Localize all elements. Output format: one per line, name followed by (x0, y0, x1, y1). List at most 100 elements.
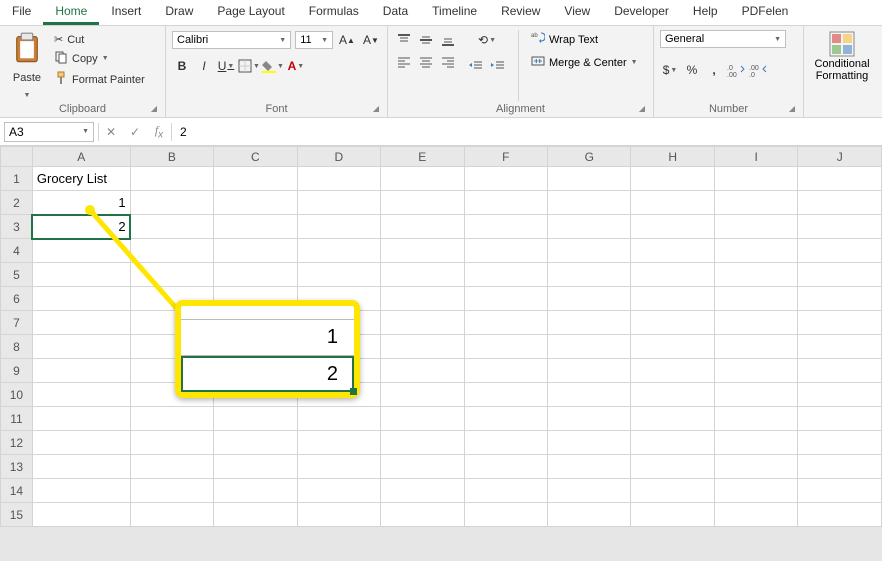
fill-color-button[interactable]: ▼ (262, 56, 284, 76)
font-color-button[interactable]: A▼ (286, 56, 306, 76)
conditional-formatting-button[interactable]: Conditional Formatting (810, 30, 874, 82)
cell[interactable] (214, 215, 297, 239)
decrease-decimal-button[interactable]: .00.0 (748, 60, 768, 80)
cell[interactable] (381, 359, 464, 383)
cell[interactable] (32, 503, 130, 527)
decrease-font-button[interactable]: A▼ (361, 30, 381, 50)
cell[interactable] (798, 167, 882, 191)
increase-decimal-button[interactable]: .0.00 (726, 60, 746, 80)
cell[interactable] (798, 239, 882, 263)
cell[interactable] (381, 239, 464, 263)
cell[interactable] (381, 407, 464, 431)
row-header[interactable]: 6 (1, 287, 33, 311)
cell[interactable] (714, 191, 797, 215)
row-header[interactable]: 15 (1, 503, 33, 527)
align-middle-button[interactable] (416, 30, 436, 50)
underline-button[interactable]: U▼ (216, 56, 236, 76)
cell[interactable] (798, 455, 882, 479)
cell[interactable] (297, 479, 380, 503)
cell[interactable] (548, 215, 631, 239)
cell[interactable] (297, 239, 380, 263)
tab-developer[interactable]: Developer (602, 0, 681, 25)
cell[interactable] (548, 455, 631, 479)
cell[interactable] (464, 215, 547, 239)
cell[interactable] (464, 503, 547, 527)
increase-indent-button[interactable] (488, 56, 508, 76)
cell[interactable] (631, 167, 714, 191)
cell[interactable] (32, 287, 130, 311)
percent-button[interactable]: % (682, 60, 702, 80)
dialog-launcher-icon[interactable]: ◢ (151, 104, 157, 113)
cell[interactable] (214, 167, 297, 191)
dialog-launcher-icon[interactable]: ◢ (373, 104, 379, 113)
cell[interactable] (130, 479, 213, 503)
cell[interactable] (631, 503, 714, 527)
cell[interactable] (381, 167, 464, 191)
cell[interactable] (32, 239, 130, 263)
cell[interactable] (714, 239, 797, 263)
borders-button[interactable]: ▼ (238, 56, 260, 76)
cell[interactable] (548, 167, 631, 191)
column-header[interactable]: B (130, 147, 213, 167)
cell[interactable] (381, 311, 464, 335)
cell[interactable] (798, 503, 882, 527)
cell[interactable] (631, 311, 714, 335)
row-header[interactable]: 8 (1, 335, 33, 359)
cell[interactable] (548, 359, 631, 383)
cell[interactable] (297, 215, 380, 239)
cell[interactable] (297, 407, 380, 431)
number-format-dropdown[interactable]: General▼ (660, 30, 786, 48)
align-right-button[interactable] (438, 52, 458, 72)
cell[interactable] (381, 191, 464, 215)
column-header[interactable]: I (714, 147, 797, 167)
tab-data[interactable]: Data (371, 0, 420, 25)
row-header[interactable]: 14 (1, 479, 33, 503)
comma-style-button[interactable]: , (704, 60, 724, 80)
cell[interactable] (130, 191, 213, 215)
tab-review[interactable]: Review (489, 0, 552, 25)
cell[interactable] (464, 455, 547, 479)
cancel-formula-button[interactable]: ✕ (99, 125, 123, 139)
cell[interactable] (464, 383, 547, 407)
cell[interactable] (381, 431, 464, 455)
cell[interactable] (464, 479, 547, 503)
cell[interactable] (464, 191, 547, 215)
cell[interactable] (714, 383, 797, 407)
column-header[interactable]: F (464, 147, 547, 167)
cell[interactable] (714, 287, 797, 311)
cell[interactable] (130, 167, 213, 191)
cell[interactable] (214, 191, 297, 215)
tab-formulas[interactable]: Formulas (297, 0, 371, 25)
enter-formula-button[interactable]: ✓ (123, 125, 147, 139)
cell[interactable] (381, 335, 464, 359)
cell[interactable] (297, 191, 380, 215)
cell[interactable] (631, 455, 714, 479)
cell[interactable] (548, 287, 631, 311)
cell[interactable] (798, 335, 882, 359)
row-header[interactable]: 7 (1, 311, 33, 335)
cell[interactable] (32, 335, 130, 359)
decrease-indent-button[interactable] (466, 56, 486, 76)
column-header[interactable]: H (631, 147, 714, 167)
cut-button[interactable]: ✂Cut (52, 32, 147, 47)
bold-button[interactable]: B (172, 56, 192, 76)
cell[interactable] (714, 215, 797, 239)
tab-pdfelement[interactable]: PDFelen (730, 0, 801, 25)
cell[interactable] (32, 407, 130, 431)
row-header[interactable]: 1 (1, 167, 33, 191)
cell[interactable] (297, 263, 380, 287)
cell[interactable] (130, 431, 213, 455)
row-header[interactable]: 9 (1, 359, 33, 383)
row-header[interactable]: 12 (1, 431, 33, 455)
italic-button[interactable]: I (194, 56, 214, 76)
cell[interactable] (381, 503, 464, 527)
cell[interactable] (32, 383, 130, 407)
cell[interactable] (32, 479, 130, 503)
accounting-format-button[interactable]: $▼ (660, 60, 680, 80)
name-box[interactable]: A3▼ (4, 122, 94, 142)
cell[interactable] (548, 503, 631, 527)
cell[interactable] (130, 407, 213, 431)
cell[interactable] (548, 407, 631, 431)
tab-file[interactable]: File (0, 0, 43, 25)
cell[interactable] (714, 335, 797, 359)
